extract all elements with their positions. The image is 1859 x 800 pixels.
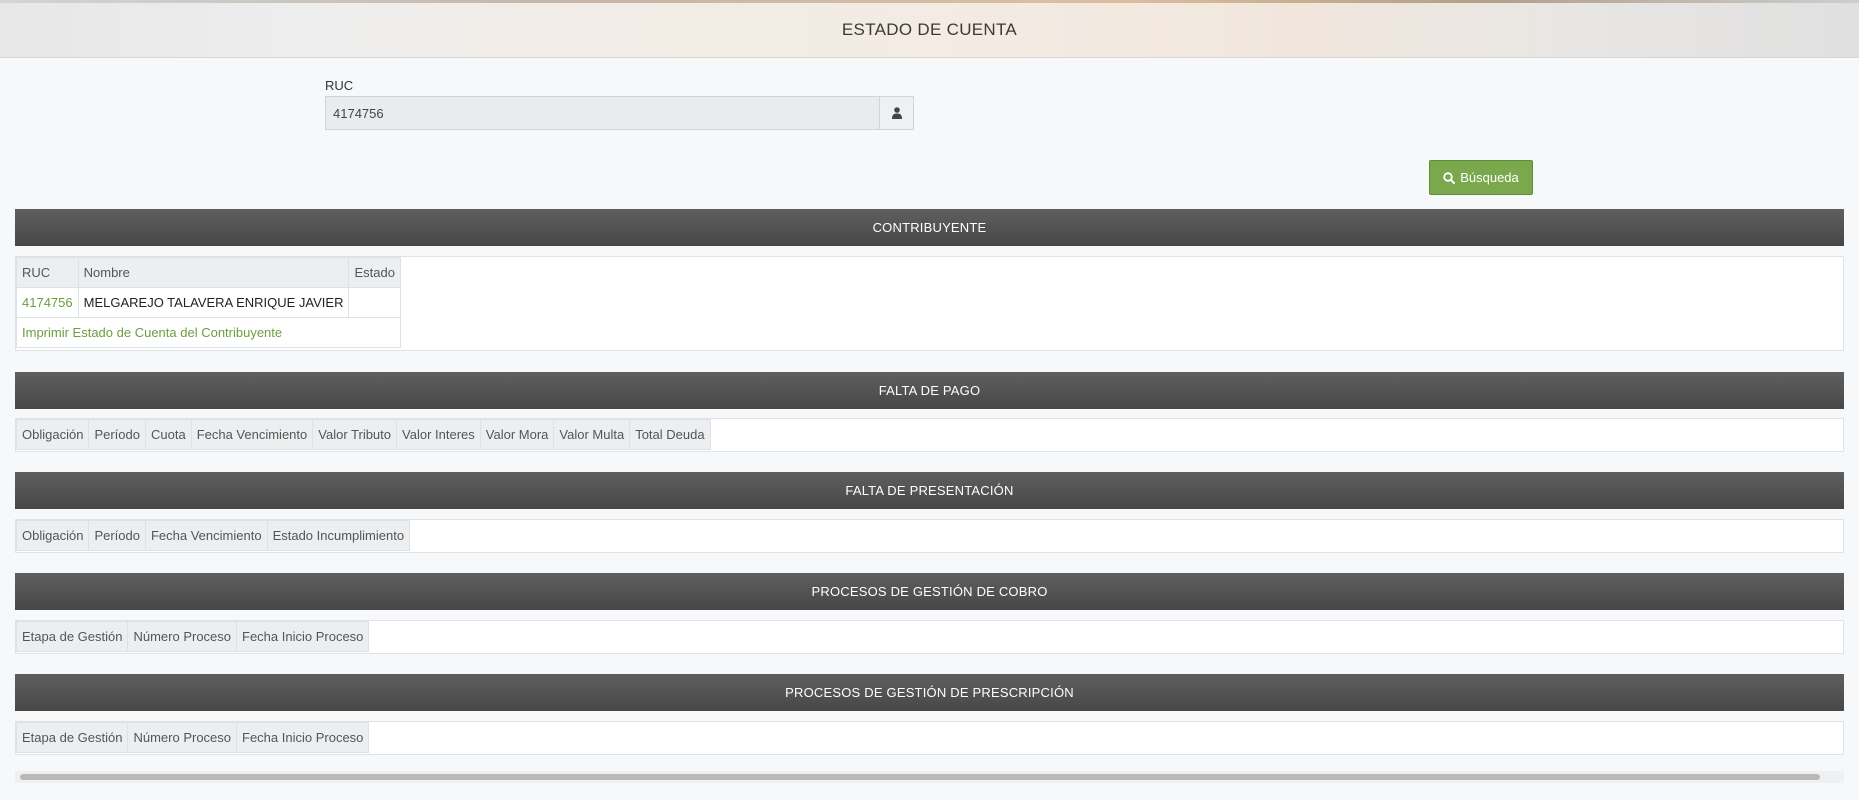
column-header: Fecha Inicio Proceso: [236, 621, 370, 652]
ruc-addon: [879, 96, 914, 130]
print-cell: Imprimir Estado de Cuenta del Contribuye…: [16, 317, 401, 348]
estado-cell: [348, 287, 401, 318]
ruc-input[interactable]: [325, 96, 879, 130]
contribuyente-panel: RUC Nombre Estado 4174756 MELGAREJO TALA…: [15, 256, 1844, 351]
column-header: Valor Interes: [396, 419, 481, 450]
table-row: Imprimir Estado de Cuenta del Contribuye…: [16, 317, 401, 348]
table-header-row: Obligación Período Fecha Vencimiento Est…: [15, 520, 411, 551]
table-header-row: RUC Nombre Estado: [16, 257, 401, 288]
table-row: 4174756 MELGAREJO TALAVERA ENRIQUE JAVIE…: [16, 287, 401, 318]
search-icon: [1443, 171, 1456, 184]
column-header: Fecha Inicio Proceso: [236, 722, 370, 753]
nombre-cell: MELGAREJO TALAVERA ENRIQUE JAVIER: [77, 287, 350, 318]
contribuyente-table: RUC Nombre Estado 4174756 MELGAREJO TALA…: [16, 257, 401, 348]
falta-presentacion-panel: Obligación Período Fecha Vencimiento Est…: [15, 519, 1844, 553]
gestion-prescripcion-table: Etapa de Gestión Número Proceso Fecha In…: [15, 722, 370, 753]
falta-pago-panel: Obligación Período Cuota Fecha Vencimien…: [15, 418, 1844, 452]
column-header: RUC: [16, 257, 79, 288]
column-header: Valor Tributo: [312, 419, 398, 450]
gestion-prescripcion-panel: Etapa de Gestión Número Proceso Fecha In…: [15, 721, 1844, 755]
gestion-cobro-table: Etapa de Gestión Número Proceso Fecha In…: [15, 621, 370, 652]
ruc-link[interactable]: 4174756: [22, 295, 73, 310]
column-header: Cuota: [144, 419, 192, 450]
search-button[interactable]: Búsqueda: [1429, 160, 1533, 195]
falta-presentacion-table: Obligación Período Fecha Vencimiento Est…: [15, 520, 411, 551]
column-header: Valor Multa: [553, 419, 631, 450]
column-header: Etapa de Gestión: [15, 722, 129, 753]
search-button-label: Búsqueda: [1460, 170, 1519, 185]
header-banner: ESTADO DE CUENTA: [0, 0, 1859, 58]
section-gestion-prescripcion-header: PROCESOS DE GESTIÓN DE PRESCRIPCIÓN: [15, 674, 1844, 711]
column-header: Fecha Vencimiento: [144, 520, 268, 551]
column-header: Estado: [348, 257, 401, 288]
section-contribuyente-header: CONTRIBUYENTE: [15, 209, 1844, 246]
table-header-row: Etapa de Gestión Número Proceso Fecha In…: [15, 621, 370, 652]
table-header-row: Etapa de Gestión Número Proceso Fecha In…: [15, 722, 370, 753]
column-header: Etapa de Gestión: [15, 621, 129, 652]
column-header: Número Proceso: [127, 621, 238, 652]
section-falta-pago-header: FALTA DE PAGO: [15, 372, 1844, 409]
ruc-cell[interactable]: 4174756: [16, 287, 79, 318]
page-title: ESTADO DE CUENTA: [841, 20, 1018, 39]
column-header: Obligación: [15, 419, 90, 450]
section-gestion-cobro-header: PROCESOS DE GESTIÓN DE COBRO: [15, 573, 1844, 610]
column-header: Período: [88, 520, 146, 551]
falta-pago-table: Obligación Período Cuota Fecha Vencimien…: [15, 419, 711, 450]
print-statement-link[interactable]: Imprimir Estado de Cuenta del Contribuye…: [22, 325, 282, 340]
column-header: Fecha Vencimiento: [190, 419, 314, 450]
column-header: Período: [88, 419, 146, 450]
gestion-cobro-panel: Etapa de Gestión Número Proceso Fecha In…: [15, 620, 1844, 654]
column-header: Obligación: [15, 520, 90, 551]
table-header-row: Obligación Período Cuota Fecha Vencimien…: [15, 419, 711, 450]
column-header: Valor Mora: [479, 419, 555, 450]
ruc-label: RUC: [325, 78, 354, 93]
column-header: Nombre: [77, 257, 350, 288]
scrollbar-thumb[interactable]: [20, 774, 1820, 780]
column-header: Total Deuda: [629, 419, 711, 450]
column-header: Número Proceso: [127, 722, 238, 753]
ruc-input-group: [325, 96, 914, 130]
horizontal-scrollbar[interactable]: [15, 771, 1844, 783]
column-header: Estado Incumplimiento: [266, 520, 411, 551]
section-falta-presentacion-header: FALTA DE PRESENTACIÓN: [15, 472, 1844, 509]
user-icon: [891, 107, 902, 119]
